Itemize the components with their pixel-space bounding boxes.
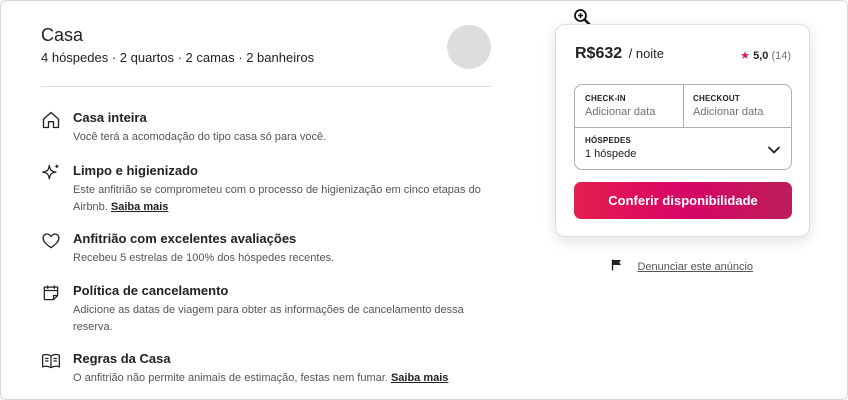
guests-label: HÓSPEDES	[585, 136, 632, 145]
learn-more-link[interactable]: Saiba mais	[111, 201, 168, 213]
home-icon	[41, 110, 61, 130]
report-listing: Denunciar este anúncio	[611, 257, 753, 275]
review-count: (14)	[771, 50, 791, 62]
feature-title: Política de cancelamento	[73, 283, 229, 298]
learn-more-link[interactable]: Saiba mais	[391, 372, 448, 384]
feature-title: Casa inteira	[73, 110, 147, 125]
checkin-label: CHECK-IN	[585, 94, 626, 103]
feature-clean: Limpo e higienizado Este anfitrião se co…	[41, 163, 491, 215]
flag-icon	[611, 258, 623, 271]
feature-description: Você terá a acomodação do tipo casa só p…	[73, 131, 327, 143]
price-amount: R$632	[575, 45, 623, 62]
date-guest-picker: CHECK-IN Adicionar data CHECKOUT Adicion…	[574, 84, 792, 170]
calendar-icon	[41, 283, 61, 303]
star-icon: ★	[740, 50, 751, 62]
feature-title: Regras da Casa	[73, 351, 171, 366]
chevron-down-icon[interactable]	[767, 143, 781, 157]
listing-page: Casa 4 hóspedes · 2 quartos · 2 camas · …	[0, 0, 848, 400]
checkout-field[interactable]: CHECKOUT Adicionar data	[693, 94, 785, 118]
host-avatar[interactable]	[447, 25, 491, 69]
feature-cancellation: Política de cancelamento Adicione as dat…	[41, 283, 491, 335]
checkin-field[interactable]: CHECK-IN Adicionar data	[585, 94, 677, 118]
field-separator	[683, 85, 684, 127]
feature-house-rules: Regras da Casa O anfitrião não permite a…	[41, 351, 491, 387]
feature-description: O anfitrião não permite animais de estim…	[73, 372, 449, 384]
sparkle-icon	[41, 163, 61, 183]
section-divider	[41, 86, 491, 87]
rating-score: 5,0	[753, 50, 769, 62]
feature-entire-home: Casa inteira Você terá a acomodação do t…	[41, 110, 491, 146]
check-availability-button[interactable]: Conferir disponibilidade	[574, 182, 792, 219]
nightly-price: R$632 / noite	[575, 45, 664, 63]
feature-description: Adicione as datas de viagem para obter a…	[73, 304, 464, 333]
feature-title: Anfitrião com excelentes avaliações	[73, 231, 297, 246]
rating-summary[interactable]: ★ 5,0 (14)	[740, 49, 791, 62]
field-separator	[575, 127, 791, 128]
listing-subtitle: 4 hóspedes · 2 quartos · 2 camas · 2 ban…	[41, 50, 315, 65]
checkout-label: CHECKOUT	[693, 94, 740, 103]
guests-field[interactable]: HÓSPEDES 1 hóspede	[585, 136, 781, 160]
book-icon	[41, 351, 61, 371]
heart-icon	[41, 231, 61, 251]
feature-superhost: Anfitrião com excelentes avaliações Rece…	[41, 231, 491, 267]
feature-description: Este anfitrião se comprometeu com o proc…	[73, 184, 481, 213]
price-unit: / noite	[628, 46, 665, 61]
feature-title: Limpo e higienizado	[73, 163, 198, 178]
listing-title: Casa	[41, 25, 84, 45]
booking-card: R$632 / noite ★ 5,0 (14) CHECK-IN Adicio…	[555, 24, 810, 237]
guests-value: 1 hóspede	[585, 148, 637, 160]
report-listing-link[interactable]: Denunciar este anúncio	[637, 261, 753, 273]
checkout-value: Adicionar data	[693, 106, 764, 118]
checkin-value: Adicionar data	[585, 106, 656, 118]
feature-description: Recebeu 5 estrelas de 100% dos hóspedes …	[73, 252, 335, 264]
